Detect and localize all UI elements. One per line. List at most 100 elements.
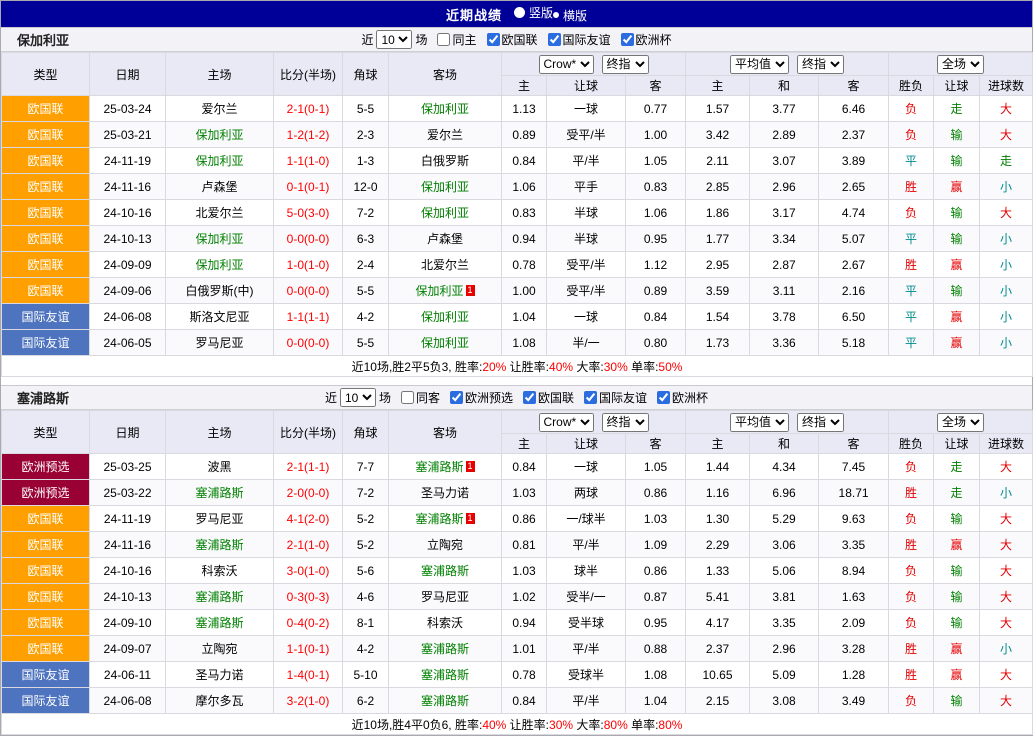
result-value: 大 [980,200,1033,226]
asian-odds-value: 1.03 [502,558,547,584]
score: 0-4(0-2) [274,610,343,636]
team-name: 塞浦路斯 [17,388,69,407]
league-checkbox-2[interactable] [584,391,597,404]
layout-radio-horizontal[interactable]: 横版 [553,7,587,24]
league-checkbox-0-text: 欧国联 [502,31,538,48]
same-venue-checkbox-text: 同主 [452,31,476,48]
corner-count: 5-2 [343,532,389,558]
summary-stat-label: 单率: [628,360,659,374]
away-team-name: 北爱尔兰 [421,258,469,272]
euro-odds-value: 1.57 [686,96,750,122]
asian-odds-value: 0.84 [502,148,547,174]
bookmaker-select[interactable]: Crow* [539,55,594,74]
bookmaker-select[interactable]: Crow* [539,413,594,432]
asian-final-select[interactable]: 终指 [602,55,649,74]
score: 1-4(0-1) [274,662,343,688]
league-checkbox-1[interactable] [523,391,536,404]
euro-odds-value: 3.06 [750,532,819,558]
league-checkbox-0[interactable] [450,391,463,404]
league-checkbox-1[interactable] [548,33,561,46]
average-select[interactable]: 平均值 [730,413,789,432]
result-value: 赢 [934,174,980,200]
home-team-cell: 摩尔多瓦 [166,688,274,714]
result-value: 大 [980,688,1033,714]
result-value: 胜 [889,532,934,558]
corner-count: 6-2 [343,688,389,714]
asian-odds-value: 0.86 [502,506,547,532]
result-value: 胜 [889,174,934,200]
league-checkbox-0-label: 欧洲预选 [450,389,513,406]
away-team-name: 塞浦路斯 [421,564,469,578]
layout-radio-vertical-text: 竖版 [529,4,553,21]
match-row: 欧国联25-03-21保加利亚1-2(1-2)2-3爱尔兰0.89受平/半1.0… [2,122,1033,148]
same-venue-checkbox[interactable] [401,391,414,404]
games-label: 场 [379,389,391,406]
asian-odds-value: 受平/半 [547,278,626,304]
scope-select[interactable]: 全场 [937,55,984,74]
competition-badge: 国际友谊 [2,688,90,714]
column-header: 类型 [2,411,90,454]
away-team-cell: 塞浦路斯 [389,636,502,662]
asian-odds-value: 0.86 [626,480,686,506]
league-checkbox-3[interactable] [657,391,670,404]
result-value: 负 [889,96,934,122]
result-value: 输 [934,226,980,252]
result-value: 负 [889,506,934,532]
league-checkbox-3-text: 欧洲杯 [672,389,708,406]
scope-select[interactable]: 全场 [937,413,984,432]
away-team-cell: 塞浦路斯 [389,558,502,584]
league-checkbox-0[interactable] [487,33,500,46]
result-value: 负 [889,584,934,610]
same-venue-checkbox-label: 同客 [401,389,440,406]
result-value: 大 [980,532,1033,558]
euro-final-select[interactable]: 终指 [797,413,844,432]
match-row: 欧洲预选25-03-25波黑2-1(1-1)7-7塞浦路斯10.84一球1.05… [2,454,1033,480]
home-team-cell: 塞浦路斯 [166,532,274,558]
score: 3-2(1-0) [274,688,343,714]
league-checkbox-2[interactable] [621,33,634,46]
score: 2-1(1-1) [274,454,343,480]
summary-row: 近10场,胜4平0负6, 胜率:40% 让胜率:30% 大率:80% 单率:80… [2,714,1033,735]
euro-odds-value: 6.46 [819,96,889,122]
asian-odds-value: 平手 [547,174,626,200]
asian-odds-value: 一球 [547,304,626,330]
result-value: 赢 [934,330,980,356]
asian-final-select[interactable]: 终指 [602,413,649,432]
same-venue-checkbox[interactable] [437,33,450,46]
asian-odds-value: 0.83 [626,174,686,200]
asian-odds-value: 0.78 [502,252,547,278]
home-team-cell: 斯洛文尼亚 [166,304,274,330]
euro-odds-value: 3.81 [750,584,819,610]
result-value: 输 [934,278,980,304]
euro-odds-value: 3.89 [819,148,889,174]
filter-controls: 近10场同客欧洲预选欧国联国际友谊欧洲杯 [325,388,708,407]
league-checkbox-0-text: 欧洲预选 [465,389,513,406]
score: 0-1(0-1) [274,174,343,200]
euro-odds-value: 2.96 [750,174,819,200]
corner-count: 5-5 [343,96,389,122]
average-select[interactable]: 平均值 [730,55,789,74]
match-count-select[interactable]: 10 [376,30,412,49]
column-header: 日期 [90,53,166,96]
result-value: 大 [980,96,1033,122]
column-header: 客 [626,76,686,96]
euro-odds-value: 4.17 [686,610,750,636]
away-team-cell: 塞浦路斯 [389,688,502,714]
asian-odds-value: 1.12 [626,252,686,278]
match-date: 25-03-25 [90,454,166,480]
layout-radio-vertical[interactable]: 竖版 [514,4,553,21]
result-value: 小 [980,480,1033,506]
euro-final-select[interactable]: 终指 [797,55,844,74]
competition-badge: 欧国联 [2,148,90,174]
score: 2-1(1-0) [274,532,343,558]
asian-odds-value: 0.83 [502,200,547,226]
euro-odds-value: 3.78 [750,304,819,330]
match-row: 欧国联24-10-13塞浦路斯0-3(0-3)4-6罗马尼亚1.02受半/一0.… [2,584,1033,610]
match-count-select[interactable]: 10 [340,388,376,407]
layout-radio-group: 竖版横版 [514,4,587,24]
euro-odds-value: 8.94 [819,558,889,584]
home-team-cell: 塞浦路斯 [166,480,274,506]
home-team-name: 保加利亚 [195,232,243,246]
summary-stat-label: 胜率: [455,718,482,732]
column-header: 胜负 [889,434,934,454]
